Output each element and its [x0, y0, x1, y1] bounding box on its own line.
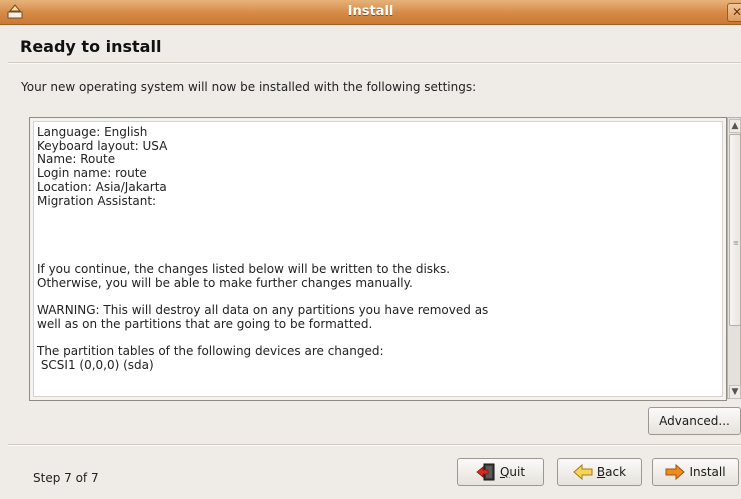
install-label: Install [689, 465, 726, 479]
scroll-down-icon[interactable]: ▼ [729, 385, 741, 399]
summary-text: Language: English Keyboard layout: USA N… [37, 125, 489, 372]
page-title: Ready to install [20, 37, 162, 56]
window-title: Install [347, 4, 394, 19]
summary-scrollbar[interactable]: ▲ ≡ ▼ [727, 117, 741, 399]
forward-arrow-icon [665, 463, 686, 481]
intro-text: Your new operating system will now be in… [21, 80, 477, 94]
quit-mnemonic: Q [499, 465, 510, 479]
quit-button[interactable]: Quit [457, 458, 544, 486]
advanced-button[interactable]: Advanced... [648, 407, 741, 435]
advanced-label: Advanced... [659, 414, 730, 428]
back-arrow-icon [573, 463, 593, 481]
install-button[interactable]: Install [652, 458, 739, 486]
back-label: ack [605, 465, 627, 479]
step-indicator: Step 7 of 7 [33, 471, 99, 485]
quit-label: uit [509, 465, 526, 479]
back-mnemonic: B [596, 465, 606, 479]
grip-icon: ≡ [733, 239, 739, 247]
scroll-thumb[interactable]: ≡ [729, 134, 741, 326]
close-button[interactable]: ✕ [727, 3, 741, 22]
title-bar: Install ✕ [0, 0, 741, 25]
header-divider [8, 62, 741, 64]
footer-divider [8, 444, 741, 446]
summary-text-area[interactable]: Language: English Keyboard layout: USA N… [33, 121, 723, 397]
summary-frame: Language: English Keyboard layout: USA N… [29, 117, 727, 401]
quit-icon [476, 463, 495, 481]
back-button[interactable]: Back [557, 458, 642, 486]
scroll-up-icon[interactable]: ▲ [729, 119, 741, 133]
